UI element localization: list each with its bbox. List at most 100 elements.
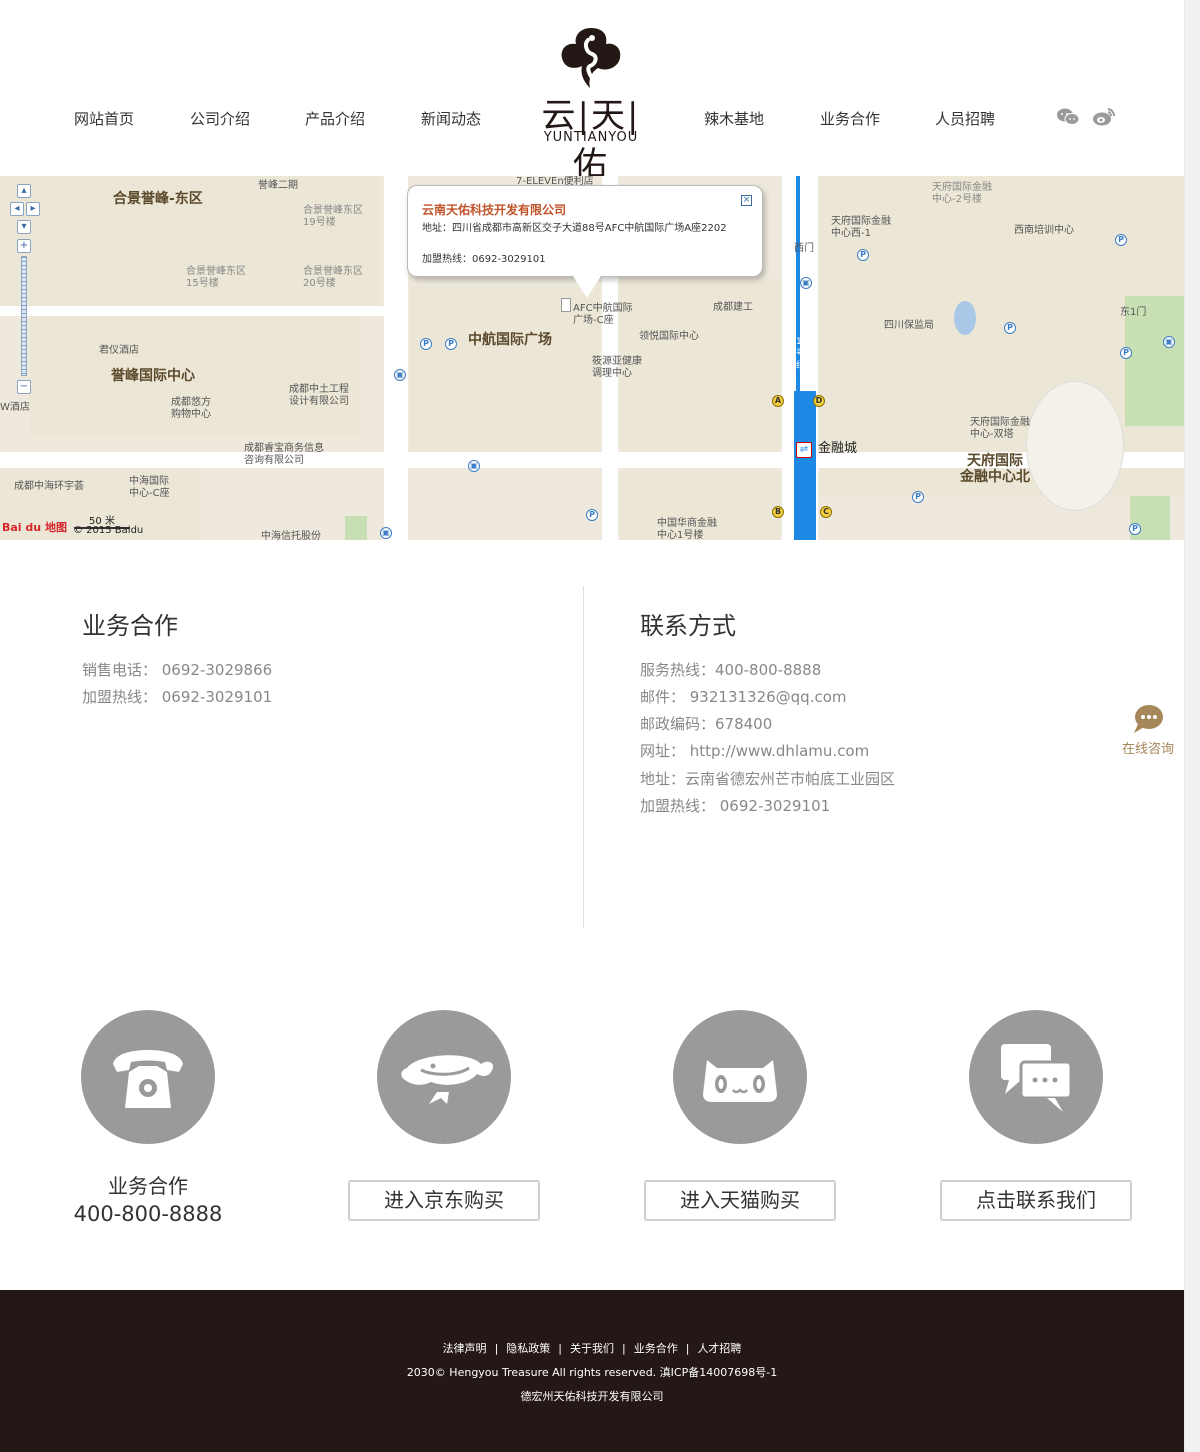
footer-link-privacy[interactable]: 隐私政策 [506, 1342, 550, 1355]
site-footer: 法律声明 | 隐私政策 | 关于我们 | 业务合作 | 人才招聘 2030© Hengyou T… [0, 1290, 1184, 1452]
bus-icon: ▣ [380, 527, 392, 539]
exit-a-icon: A [772, 395, 784, 407]
info-address: 地址：四川省成都市高新区交子大道88号AFC中航国际广场A座2202 [422, 223, 727, 234]
logo[interactable]: 云|天|佑 YUNTIANYOU [530, 26, 652, 185]
info-title: 云南天佑科技开发有限公司 [422, 203, 567, 217]
map-label: 成都中土工程 设计有限公司 [289, 384, 349, 407]
map-pond [954, 301, 976, 335]
baidu-map-logo[interactable]: Bai du 地图 [2, 519, 67, 537]
phone-circle [81, 1010, 215, 1144]
metro-station-icon: ⇌ [796, 442, 812, 458]
map-stadium [1026, 381, 1124, 511]
footer-separator: | [685, 1342, 690, 1355]
map-road [0, 306, 384, 316]
map-label: 君仪酒店 [99, 345, 139, 356]
map-label: 中航国际广场 [468, 332, 552, 348]
parking-icon: P [912, 491, 924, 503]
bus-icon: ▣ [800, 277, 812, 289]
map-block [620, 281, 780, 451]
pan-left-icon[interactable]: ◂ [10, 202, 24, 216]
nav-recruit[interactable]: 人员招聘 [935, 108, 995, 129]
zoom-out-icon[interactable]: − [17, 380, 31, 394]
location-map[interactable]: ▴ ◂ ▸ ▾ + − 合景誉峰-东区 誉峰二期 7-ELEVEn便利店 合景誉… [0, 176, 1184, 540]
logo-english: YUNTIANYOU [543, 130, 639, 145]
metro-station-platform [794, 391, 816, 540]
nav-about[interactable]: 公司介绍 [190, 108, 250, 129]
exit-d-icon: D [813, 395, 825, 407]
telephone-icon [113, 1050, 183, 1108]
zoom-in-icon[interactable]: + [17, 239, 31, 253]
map-label: 西南培训中心 [1014, 225, 1074, 236]
footer-link-careers[interactable]: 人才招聘 [697, 1342, 741, 1355]
jd-buy-button[interactable]: 进入京东购买 [348, 1180, 540, 1221]
tmall-circle [673, 1010, 807, 1144]
contact-email: 邮件： 932131326@qq.com [640, 688, 847, 706]
postal-code: 邮政编码：678400 [640, 715, 773, 733]
franchise-phone: 加盟热线： 0692-3029101 [82, 688, 273, 706]
map-label: AFC中航国际 广场-C座 [573, 303, 633, 326]
pan-up-icon[interactable]: ▴ [17, 184, 31, 198]
pan-right-icon[interactable]: ▸ [26, 202, 40, 216]
map-label: 筱源亚健康 调理中心 [592, 356, 642, 379]
parking-icon: P [586, 509, 598, 521]
map-label: 中国华商金融 中心1号楼 [657, 518, 717, 540]
bus-icon: ▣ [394, 369, 406, 381]
map-label: 天府国际金融 中心西-1 [831, 216, 891, 239]
map-label: 1号线 [796, 337, 806, 371]
contact-franchise-phone: 加盟热线： 0692-3029101 [640, 797, 831, 815]
contact-address: 地址：云南省德宏州芒市帕底工业园区 [640, 770, 896, 788]
map-label: 金融城 [818, 441, 858, 456]
map-label: 成都建工 [713, 302, 753, 313]
map-label: 中海信托股份 [261, 531, 321, 540]
wechat-icon[interactable] [1056, 107, 1080, 127]
map-label: 天府国际金融 中心-双塔 [970, 417, 1030, 440]
exit-b-icon: B [772, 506, 784, 518]
scrollbar[interactable] [1184, 0, 1200, 1452]
tmall-buy-button[interactable]: 进入天猫购买 [644, 1180, 836, 1221]
business-phone: 400-800-8888 [73, 1202, 223, 1226]
map-label: 合景誉峰-东区 [113, 191, 203, 207]
close-icon[interactable]: × [741, 195, 752, 206]
map-label: 合景誉峰东区 15号楼 [186, 266, 246, 289]
nav-home[interactable]: 网站首页 [74, 108, 134, 129]
footer-links: 法律声明 | 隐私政策 | 关于我们 | 业务合作 | 人才招聘 [0, 1340, 1184, 1356]
map-label: 誉峰国际中心 [111, 368, 195, 384]
online-consult-button[interactable]: 在线咨询 [1120, 702, 1176, 758]
map-label: 天府国际金融 中心-2号楼 [932, 182, 992, 205]
business-label: 业务合作 [108, 1174, 188, 1198]
footer-link-business[interactable]: 业务合作 [634, 1342, 678, 1355]
weibo-icon[interactable] [1092, 107, 1116, 127]
location-marker-icon[interactable] [561, 298, 571, 312]
map-label: 四川保监局 [884, 320, 934, 331]
parking-icon: P [1129, 523, 1141, 535]
nav-products[interactable]: 产品介绍 [305, 108, 365, 129]
pan-down-icon[interactable]: ▾ [17, 220, 31, 234]
map-label: 东1门 [1120, 307, 1147, 318]
map-label: 成都睿宝商务信息 咨询有限公司 [244, 443, 324, 466]
map-label: 领悦国际中心 [639, 331, 699, 342]
map-zoom-control[interactable]: ▴ ◂ ▸ ▾ + − [10, 184, 40, 394]
footer-separator: | [622, 1342, 626, 1355]
parking-icon: P [1004, 322, 1016, 334]
nav-news[interactable]: 新闻动态 [421, 108, 481, 129]
exit-c-icon: C [820, 506, 832, 518]
parking-icon: P [420, 338, 432, 350]
zoom-slider[interactable] [21, 256, 27, 376]
map-label: 成都中海环宇荟 [14, 481, 84, 492]
map-label: 中海国际 中心-C座 [129, 476, 170, 499]
info-window-pointer [573, 276, 601, 298]
contact-title: 联系方式 [640, 612, 736, 640]
footer-link-legal[interactable]: 法律声明 [443, 1342, 487, 1355]
footer-link-about[interactable]: 关于我们 [570, 1342, 614, 1355]
footer-separator: | [494, 1342, 499, 1355]
nav-business[interactable]: 业务合作 [820, 108, 880, 129]
page: 网站首页 公司介绍 产品介绍 新闻动态 云|天|佑 YUNTIANYOU 辣木基… [0, 0, 1200, 1452]
jd-dog-icon [401, 1055, 494, 1104]
parking-icon: P [1115, 234, 1127, 246]
bus-icon: ▣ [1163, 336, 1175, 348]
contact-us-button[interactable]: 点击联系我们 [940, 1180, 1132, 1221]
chat-icon [1001, 1044, 1073, 1112]
nav-base[interactable]: 辣木基地 [704, 108, 764, 129]
online-consult-label: 在线咨询 [1121, 742, 1174, 757]
map-label: 合景誉峰东区 19号楼 [303, 205, 363, 228]
